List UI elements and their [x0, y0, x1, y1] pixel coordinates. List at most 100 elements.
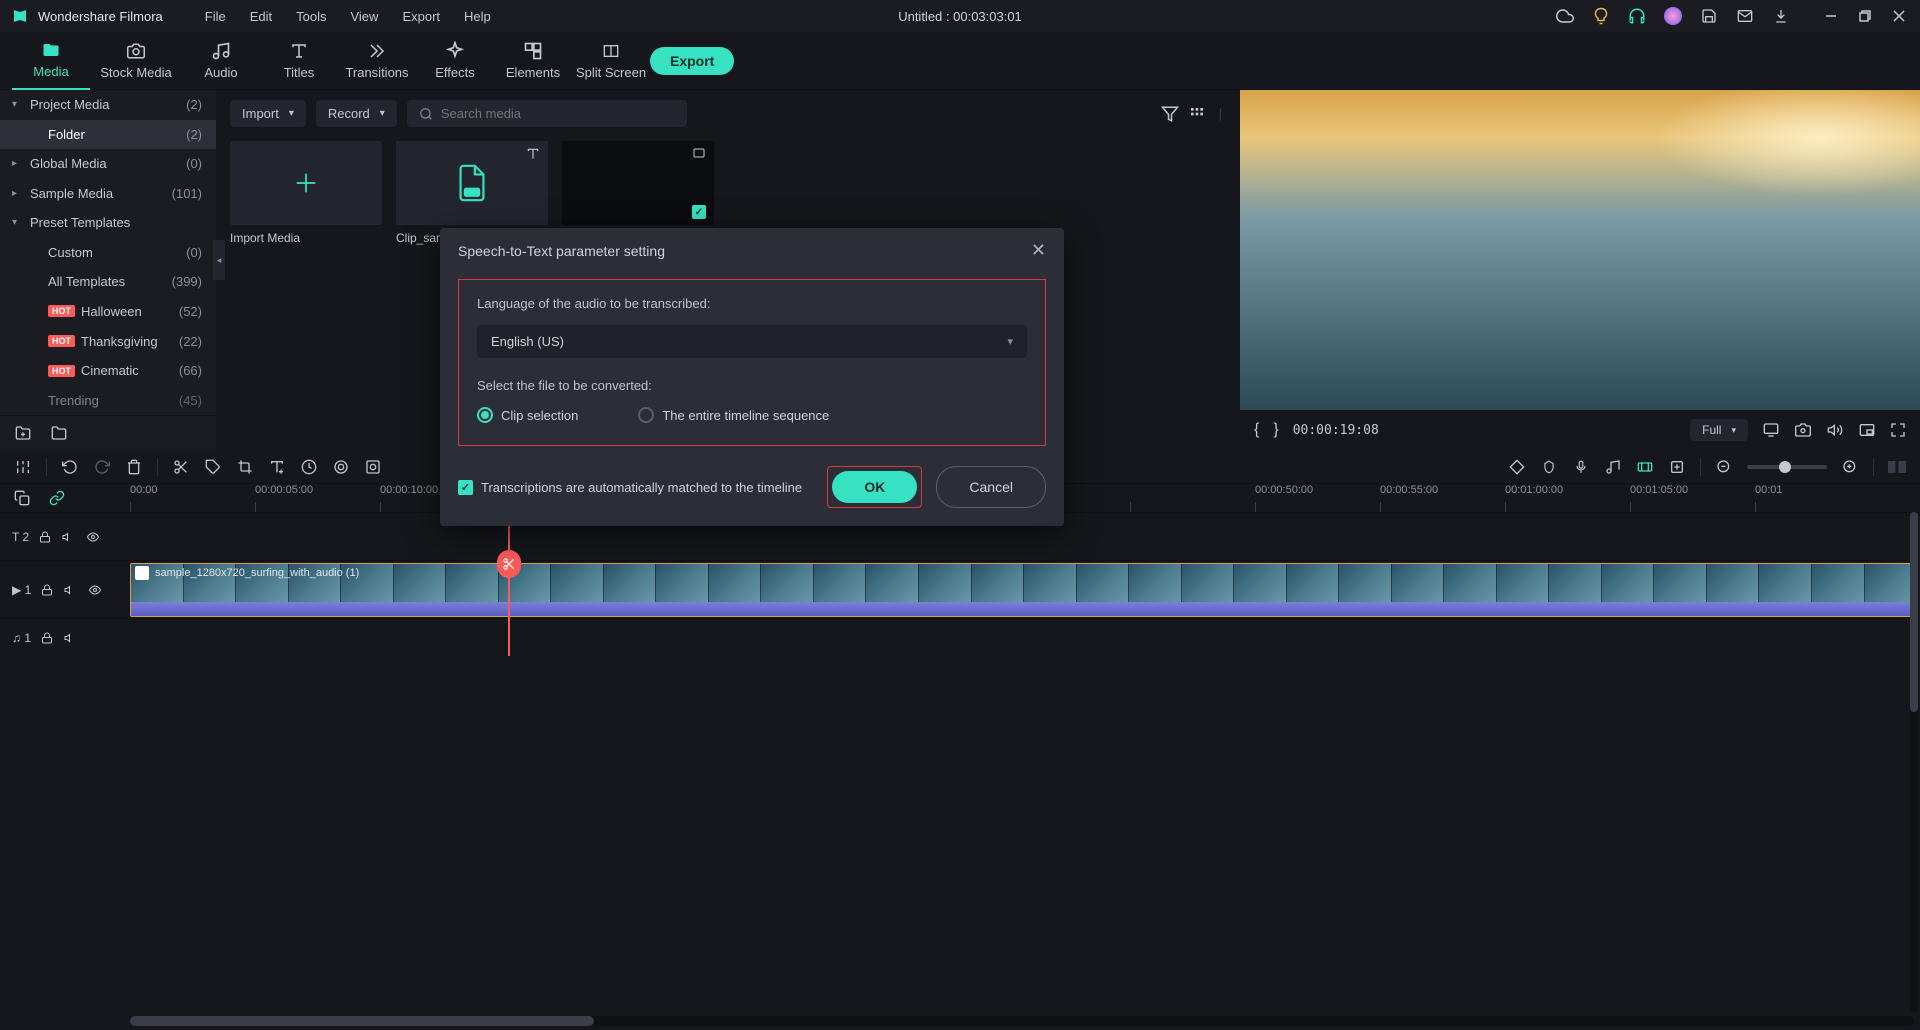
- quality-dropdown[interactable]: Full▾: [1690, 419, 1748, 441]
- menu-export[interactable]: Export: [390, 9, 452, 24]
- idea-icon[interactable]: [1592, 7, 1610, 25]
- track-body[interactable]: sample_1280x720_surfing_with_audio (1): [130, 561, 1920, 618]
- record-dropdown[interactable]: Record▾: [316, 100, 397, 127]
- sidebar-item-halloween[interactable]: HOTHalloween(52): [0, 297, 216, 327]
- radio-clip-selection[interactable]: Clip selection: [477, 407, 578, 423]
- tab-titles[interactable]: Titles: [260, 32, 338, 90]
- tab-split-screen[interactable]: Split Screen: [572, 32, 650, 90]
- marker-icon[interactable]: [1540, 458, 1558, 476]
- open-folder-icon[interactable]: [50, 425, 68, 441]
- radio-entire-timeline[interactable]: The entire timeline sequence: [638, 407, 829, 423]
- display-icon[interactable]: [1762, 422, 1780, 438]
- tab-effects[interactable]: Effects: [416, 32, 494, 90]
- tab-stock-media[interactable]: Stock Media: [90, 32, 182, 90]
- new-folder-icon[interactable]: [14, 425, 32, 441]
- timeline-clip[interactable]: sample_1280x720_surfing_with_audio (1): [130, 563, 1918, 617]
- sidebar-item-folder[interactable]: Folder(2): [0, 120, 216, 150]
- track-lock-icon[interactable]: [41, 631, 53, 645]
- menu-file[interactable]: File: [193, 9, 238, 24]
- maximize-icon[interactable]: [1856, 7, 1874, 25]
- sidebar-item-thanksgiving[interactable]: HOTThanksgiving(22): [0, 326, 216, 356]
- tab-audio[interactable]: Audio: [182, 32, 260, 90]
- close-icon[interactable]: [1890, 7, 1908, 25]
- zoom-fit-icon[interactable]: [1888, 458, 1906, 476]
- ok-button[interactable]: OK: [832, 471, 917, 503]
- sidebar-item-trending[interactable]: Trending(45): [0, 385, 216, 415]
- export-button[interactable]: Export: [650, 47, 734, 75]
- cancel-button[interactable]: Cancel: [936, 466, 1046, 508]
- track-lock-icon[interactable]: [39, 530, 51, 544]
- greenscreen-icon[interactable]: [364, 458, 382, 476]
- voiceover-icon[interactable]: [1572, 458, 1590, 476]
- sidebar-item-sample-media[interactable]: ▸Sample Media(101): [0, 179, 216, 209]
- redo-icon[interactable]: [93, 458, 111, 476]
- import-dropdown[interactable]: Import▾: [230, 100, 306, 127]
- language-select[interactable]: English (US) ▾: [477, 325, 1027, 358]
- minimize-icon[interactable]: [1822, 7, 1840, 25]
- cloud-icon[interactable]: [1556, 7, 1574, 25]
- track-lock-icon[interactable]: [41, 583, 53, 597]
- link-icon[interactable]: [48, 490, 66, 506]
- sidebar-item-preset-templates[interactable]: ▾Preset Templates: [0, 208, 216, 238]
- crop-icon[interactable]: [236, 458, 254, 476]
- menu-view[interactable]: View: [338, 9, 390, 24]
- tag-icon[interactable]: [204, 458, 222, 476]
- fullscreen-icon[interactable]: [1890, 422, 1906, 438]
- search-input[interactable]: [407, 100, 687, 127]
- dialog-close-icon[interactable]: ✕: [1031, 240, 1046, 261]
- mark-out-icon[interactable]: }: [1273, 421, 1278, 439]
- split-clip-icon[interactable]: [172, 458, 190, 476]
- mail-icon[interactable]: [1736, 7, 1754, 25]
- zoom-in-icon[interactable]: [1841, 458, 1859, 476]
- thumb-import-media[interactable]: Import Media: [230, 141, 382, 245]
- save-icon[interactable]: [1700, 7, 1718, 25]
- text-add-icon[interactable]: [268, 458, 286, 476]
- adjust-icon[interactable]: [14, 458, 32, 476]
- zoom-out-icon[interactable]: [1715, 458, 1733, 476]
- language-label: Language of the audio to be transcribed:: [477, 296, 1027, 311]
- tab-media[interactable]: Media: [12, 32, 90, 90]
- volume-icon[interactable]: [1826, 422, 1844, 438]
- mark-in-icon[interactable]: {: [1254, 421, 1259, 439]
- menu-edit[interactable]: Edit: [238, 9, 284, 24]
- snapshot-icon[interactable]: [1794, 422, 1812, 438]
- track-body[interactable]: [130, 619, 1920, 656]
- playhead[interactable]: [508, 512, 510, 656]
- tab-transitions[interactable]: Transitions: [338, 32, 416, 90]
- sidebar-item-custom[interactable]: Custom(0): [0, 238, 216, 268]
- track-visible-icon[interactable]: [85, 531, 101, 543]
- grid-view-icon[interactable]: [1189, 106, 1205, 122]
- sidebar-item-all-templates[interactable]: All Templates(399): [0, 267, 216, 297]
- auto-match-checkbox[interactable]: ✓Transcriptions are automatically matche…: [458, 480, 802, 495]
- timeline-v-scrollbar[interactable]: [1910, 512, 1918, 1012]
- download-icon[interactable]: [1772, 7, 1790, 25]
- audio-mixer-icon[interactable]: [1604, 458, 1622, 476]
- playhead-scissors-icon[interactable]: [497, 550, 521, 578]
- filter-icon[interactable]: [1161, 105, 1179, 123]
- render-icon[interactable]: [1636, 458, 1654, 476]
- undo-icon[interactable]: [61, 458, 79, 476]
- sidebar-item-project-media[interactable]: ▾Project Media(2): [0, 90, 216, 120]
- sidebar-item-global-media[interactable]: ▸Global Media(0): [0, 149, 216, 179]
- sidebar-item-cinematic[interactable]: HOTCinematic(66): [0, 356, 216, 386]
- headset-icon[interactable]: [1628, 7, 1646, 25]
- speed-icon[interactable]: [300, 458, 318, 476]
- track-visible-icon[interactable]: [87, 584, 103, 596]
- track-mute-icon[interactable]: [61, 531, 75, 543]
- menu-help[interactable]: Help: [452, 9, 503, 24]
- avatar-icon[interactable]: [1664, 7, 1682, 25]
- delete-icon[interactable]: [125, 458, 143, 476]
- sidebar-collapse-handle[interactable]: ◂: [213, 240, 225, 280]
- color-icon[interactable]: [332, 458, 350, 476]
- preview-viewport[interactable]: [1240, 90, 1920, 410]
- keyframe-icon[interactable]: [1508, 458, 1526, 476]
- pip-icon[interactable]: [1858, 422, 1876, 438]
- menu-tools[interactable]: Tools: [284, 9, 338, 24]
- zoom-slider[interactable]: [1747, 465, 1827, 469]
- track-mute-icon[interactable]: [63, 632, 77, 644]
- tab-elements[interactable]: Elements: [494, 32, 572, 90]
- copy-tracks-icon[interactable]: [14, 490, 30, 506]
- track-mute-icon[interactable]: [63, 584, 77, 596]
- timeline-h-scrollbar[interactable]: [130, 1016, 1914, 1026]
- marker-add-icon[interactable]: [1668, 458, 1686, 476]
